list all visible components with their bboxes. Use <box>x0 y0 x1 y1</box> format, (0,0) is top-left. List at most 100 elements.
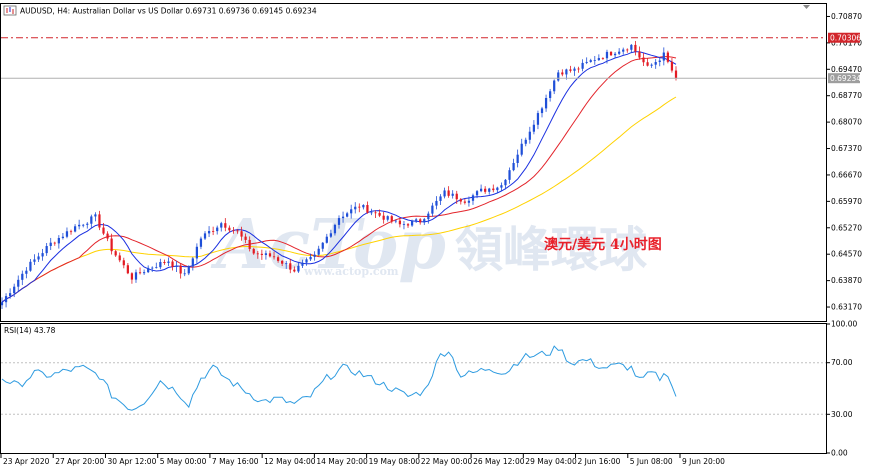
rsi-title: RSI(14) 43.78 <box>4 326 56 335</box>
candle-body <box>341 216 345 219</box>
candle-body <box>662 52 665 61</box>
price-tick-label: 0.67370 <box>831 144 862 153</box>
candle-body <box>228 227 231 231</box>
candle-body <box>86 223 89 225</box>
candle-body <box>297 265 300 272</box>
candle-body <box>475 191 479 196</box>
candle-body <box>285 263 288 265</box>
price-tick-label: 0.70870 <box>831 12 862 21</box>
candle-body <box>207 231 211 234</box>
time-tick-label: 26 May 12:00 <box>473 457 525 466</box>
price-tick-label: 0.69470 <box>831 65 862 74</box>
candle-body <box>41 253 44 257</box>
time-axis: 23 Apr 2020 27 Apr 20:00 30 Apr 12:00 5 May… <box>0 454 725 466</box>
candle-body <box>406 224 410 226</box>
candle-body <box>159 261 162 268</box>
time-tick-label: 30 Apr 12:00 <box>107 457 156 466</box>
time-tick-label: 5 Jun 08:00 <box>630 457 673 466</box>
price-axis: 0.708700.701700.694700.687700.680700.673… <box>827 12 862 312</box>
candle-body <box>321 242 324 249</box>
candle-body <box>646 62 649 66</box>
candle-body <box>82 224 85 226</box>
candle-body <box>394 220 397 222</box>
candle-body <box>630 44 633 50</box>
candle-body <box>666 52 669 62</box>
candle-body <box>268 253 272 257</box>
candle-body <box>605 51 609 59</box>
candle-body <box>650 64 653 66</box>
candle-body <box>597 58 600 61</box>
rsi-tick-label: 30.00 <box>831 410 853 419</box>
candle-body <box>138 272 142 274</box>
candle-body <box>435 200 438 206</box>
candle-body <box>549 91 552 98</box>
candle-body <box>248 239 251 249</box>
candle-body <box>410 220 414 226</box>
candle-body <box>504 179 507 186</box>
candle-body <box>240 231 243 237</box>
candle-body <box>402 224 406 225</box>
price-tick-label: 0.64570 <box>831 250 862 259</box>
candle-body <box>544 97 548 109</box>
candle-body <box>467 200 471 203</box>
chart-type-icon <box>3 5 17 16</box>
candle-body <box>147 267 150 273</box>
price-tick-label: 0.65270 <box>831 223 862 232</box>
candle-body <box>9 293 12 297</box>
candle-body <box>500 185 503 188</box>
candle-body <box>415 219 418 221</box>
candle-body <box>90 216 93 224</box>
candle-body <box>175 265 178 267</box>
candle-body <box>431 205 434 214</box>
candle-body <box>17 279 20 287</box>
candle-body <box>459 199 462 202</box>
candle-body <box>305 259 308 263</box>
candle-body <box>557 72 560 81</box>
candle-body <box>142 272 146 274</box>
candle-body <box>455 193 458 200</box>
time-tick-label: 22 May 00:00 <box>421 457 473 466</box>
candle-body <box>439 196 442 201</box>
chart-canvas: AUDUSD, H4: Australian Dollar vs US Doll… <box>0 3 862 466</box>
candle-body <box>167 261 170 264</box>
candle-body <box>492 188 495 191</box>
candle-body <box>236 230 239 232</box>
time-tick-label: 5 May 00:00 <box>160 457 207 466</box>
candle-body <box>73 226 77 232</box>
candle-body <box>199 238 203 247</box>
candle-body <box>419 219 422 223</box>
time-tick-label: 23 Apr 2020 <box>3 457 50 466</box>
candle-body <box>613 53 617 56</box>
rsi-tick-label: 70.00 <box>831 358 853 367</box>
candle-body <box>333 224 337 234</box>
candle-body <box>260 253 263 255</box>
resistance-price-label: 0.70306 <box>830 34 861 43</box>
candle-body <box>609 51 613 56</box>
candle-body <box>398 220 402 225</box>
candle-body <box>289 263 292 270</box>
candle-body <box>638 51 641 58</box>
candle-body <box>674 70 678 79</box>
candle-body <box>195 246 199 259</box>
candle-body <box>256 253 259 255</box>
candle-body <box>488 188 491 192</box>
candle-body <box>309 256 312 260</box>
candle-body <box>203 233 207 239</box>
candle-body <box>155 267 158 269</box>
candle-body <box>98 214 101 228</box>
candle-body <box>370 212 373 214</box>
candle-body <box>553 80 556 92</box>
candle-body <box>281 260 284 264</box>
candle-body <box>102 227 105 234</box>
candle-body <box>179 265 182 274</box>
time-tick-label: 9 Jun 20:00 <box>682 457 725 466</box>
candle-body <box>163 261 166 264</box>
price-tick-label: 0.63870 <box>831 276 862 285</box>
candle-body <box>573 68 576 71</box>
candle-body <box>427 213 430 220</box>
candle-body <box>337 218 341 225</box>
candle-body <box>589 60 592 62</box>
candle-body <box>479 188 483 192</box>
candle-body <box>496 187 499 191</box>
candle-body <box>536 113 540 125</box>
